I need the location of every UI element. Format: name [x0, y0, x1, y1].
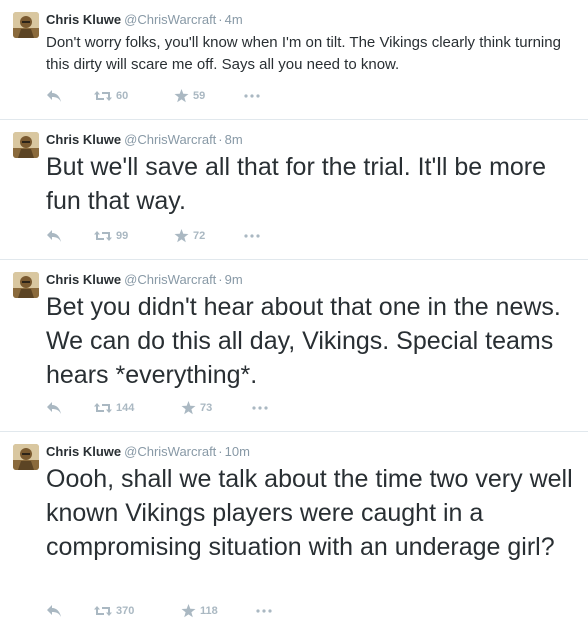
favorite-button[interactable]: 118	[181, 603, 218, 619]
more-button[interactable]	[244, 88, 260, 104]
tweet-text: But we'll save all that for the trial. I…	[46, 153, 547, 215]
retweet-button[interactable]: 144	[94, 400, 134, 416]
author-handle[interactable]: @ChrisWarcraft	[124, 272, 216, 287]
tweet[interactable]: Chris Kluwe @ChrisWarcraft · 9m Bet you did…	[0, 260, 588, 432]
reply-icon	[47, 230, 61, 242]
tweet-timestamp[interactable]: 8m	[225, 132, 243, 147]
retweet-count: 60	[116, 90, 129, 102]
separator: ·	[218, 132, 223, 147]
star-icon	[174, 229, 189, 243]
favorite-button[interactable]: 72	[174, 228, 205, 244]
avatar[interactable]	[13, 444, 39, 470]
reply-icon	[47, 605, 61, 617]
reply-button[interactable]	[46, 603, 62, 619]
more-icon	[244, 94, 260, 98]
tweet-header: Chris Kluwe @ChrisWarcraft · 9m	[46, 272, 243, 288]
favorite-button[interactable]: 59	[174, 88, 205, 104]
retweet-icon	[94, 91, 112, 101]
more-button[interactable]	[244, 228, 260, 244]
separator: ·	[218, 12, 223, 27]
author-name[interactable]: Chris Kluwe	[46, 132, 121, 147]
avatar[interactable]	[13, 272, 39, 298]
separator: ·	[218, 272, 223, 287]
tweet-text: Bet you didn't hear about that one in th…	[46, 293, 561, 389]
more-icon	[244, 234, 260, 238]
author-handle[interactable]: @ChrisWarcraft	[124, 132, 216, 147]
reply-button[interactable]	[46, 400, 62, 416]
author-name[interactable]: Chris Kluwe	[46, 444, 121, 459]
tweet-timeline: Chris Kluwe @ChrisWarcraft · 4m Don't worry…	[0, 0, 588, 633]
favorite-count: 72	[193, 230, 206, 242]
retweet-count: 99	[116, 230, 129, 242]
author-handle[interactable]: @ChrisWarcraft	[124, 12, 216, 27]
retweet-count: 370	[116, 605, 135, 617]
tweet-text: Oooh, shall we talk about the time two v…	[46, 465, 573, 561]
tweet-header: Chris Kluwe @ChrisWarcraft · 4m	[46, 12, 243, 28]
reply-button[interactable]	[46, 88, 62, 104]
favorite-count: 118	[200, 605, 218, 617]
more-icon	[256, 609, 272, 613]
tweet-timestamp[interactable]: 10m	[225, 444, 250, 459]
retweet-icon	[94, 403, 112, 413]
favorite-count: 59	[193, 90, 206, 102]
tweet[interactable]: Chris Kluwe @ChrisWarcraft · 4m Don't worry…	[0, 0, 588, 120]
reply-icon	[47, 402, 61, 414]
tweet-header: Chris Kluwe @ChrisWarcraft · 10m	[46, 444, 250, 460]
separator: ·	[218, 444, 223, 459]
more-button[interactable]	[252, 400, 268, 416]
more-icon	[252, 406, 268, 410]
reply-icon	[47, 90, 61, 102]
more-button[interactable]	[256, 603, 272, 619]
star-icon	[174, 89, 189, 103]
favorite-count: 73	[200, 402, 213, 414]
tweet-timestamp[interactable]: 4m	[225, 12, 243, 27]
retweet-icon	[94, 606, 112, 616]
retweet-count: 144	[116, 402, 135, 414]
tweet[interactable]: Chris Kluwe @ChrisWarcraft · 8m But we'll s…	[0, 120, 588, 260]
favorite-button[interactable]: 73	[181, 400, 212, 416]
star-icon	[181, 401, 196, 415]
tweet[interactable]: Chris Kluwe @ChrisWarcraft · 10m Oooh, shal…	[0, 432, 588, 633]
author-handle[interactable]: @ChrisWarcraft	[124, 444, 216, 459]
reply-button[interactable]	[46, 228, 62, 244]
tweet-header: Chris Kluwe @ChrisWarcraft · 8m	[46, 132, 243, 148]
retweet-button[interactable]: 60	[94, 88, 128, 104]
retweet-button[interactable]: 99	[94, 228, 128, 244]
avatar[interactable]	[13, 12, 39, 38]
author-name[interactable]: Chris Kluwe	[46, 12, 121, 27]
tweet-text: Don't worry folks, you'll know when I'm …	[46, 34, 561, 73]
star-icon	[181, 604, 196, 618]
retweet-icon	[94, 231, 112, 241]
avatar[interactable]	[13, 132, 39, 158]
tweet-timestamp[interactable]: 9m	[225, 272, 243, 287]
author-name[interactable]: Chris Kluwe	[46, 272, 121, 287]
retweet-button[interactable]: 370	[94, 603, 134, 619]
